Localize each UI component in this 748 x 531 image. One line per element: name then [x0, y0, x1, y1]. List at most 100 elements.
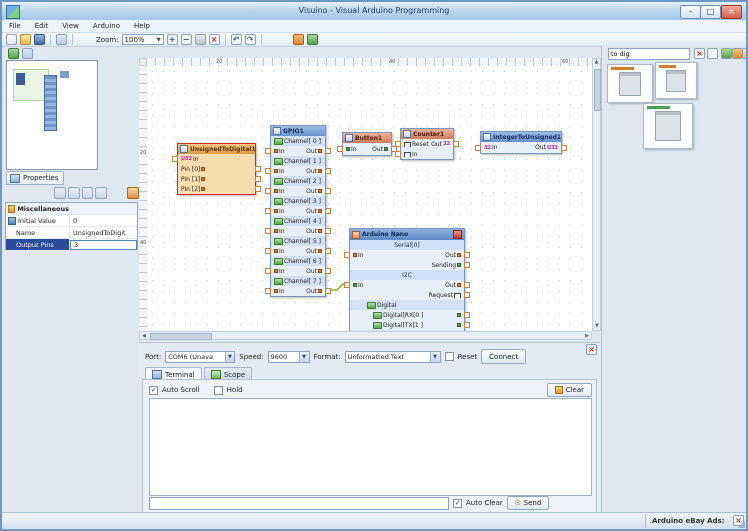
tools-icon[interactable] — [453, 230, 462, 239]
scroll-right-icon[interactable]: ▶ — [585, 333, 589, 339]
pin[interactable] — [464, 282, 470, 288]
undo-icon[interactable]: ↶ — [230, 34, 242, 45]
block-unsignedtodigital1[interactable]: UnsignedToDigital1 U32 In Pin [0] Pin [1]… — [172, 143, 261, 195]
property-value-editor[interactable]: 3 — [70, 239, 137, 250]
port-select[interactable]: COM6 (Unava ▼ — [165, 350, 236, 363]
palette-component[interactable] — [643, 103, 693, 149]
hold-checkbox[interactable] — [213, 385, 223, 395]
canvas-horizontal-scrollbar[interactable]: ◀ ▶ — [139, 331, 592, 340]
connect-button[interactable]: Connect — [481, 349, 527, 364]
pin[interactable] — [344, 282, 350, 288]
pin[interactable] — [265, 288, 271, 294]
pin[interactable] — [325, 208, 331, 214]
scroll-left-icon[interactable]: ◀ — [142, 333, 146, 339]
scroll-down-icon[interactable]: ▼ — [595, 323, 599, 329]
tab-properties[interactable]: Properties — [6, 171, 64, 185]
block-arduino-nano[interactable]: Arduino Nano Serial[0] In Out Sending I2… — [344, 228, 470, 331]
pin[interactable] — [265, 188, 271, 194]
pin[interactable] — [464, 292, 470, 298]
scrollbar-thumb[interactable] — [594, 69, 601, 111]
title-bar[interactable]: Visuino - Visual Arduino Programming – □… — [2, 2, 746, 21]
canvas-vertical-scrollbar[interactable]: ▲ ▼ — [592, 58, 601, 331]
pin[interactable] — [265, 268, 271, 274]
palette-component[interactable] — [607, 64, 653, 103]
pin[interactable] — [255, 176, 261, 182]
menu-arduino[interactable]: Arduino — [86, 20, 127, 32]
view-large-icons-icon[interactable] — [721, 48, 732, 59]
select-board-icon[interactable] — [8, 48, 19, 59]
delete-icon[interactable]: × — [208, 34, 220, 45]
resize-grip[interactable] — [737, 520, 745, 528]
scrollbar-thumb[interactable] — [150, 333, 212, 340]
block-button1[interactable]: Button1 In Out — [337, 132, 397, 156]
block-gpio1[interactable]: GPIO1 Channel[ 0 ] In Out Channel[ 1 ] In… — [265, 125, 331, 297]
palette-component[interactable] — [655, 62, 697, 99]
pin[interactable] — [464, 252, 470, 258]
minimap[interactable] — [6, 60, 98, 170]
maximize-button[interactable]: □ — [700, 5, 721, 19]
open-project-icon[interactable] — [20, 34, 31, 45]
pin[interactable] — [265, 168, 271, 174]
pin[interactable] — [325, 268, 331, 274]
minimize-button[interactable]: – — [680, 5, 701, 19]
close-button[interactable]: × — [721, 5, 742, 19]
save-project-icon[interactable] — [34, 34, 45, 45]
wrench-icon[interactable] — [127, 187, 139, 199]
pin[interactable] — [265, 248, 271, 254]
zoom-out-icon[interactable]: − — [180, 34, 192, 45]
filter-properties-icon[interactable] — [54, 187, 66, 199]
pin[interactable] — [265, 208, 271, 214]
block-counter1[interactable]: Counter1 Reset Out 32 In — [395, 128, 459, 160]
pin[interactable] — [464, 312, 470, 318]
pin[interactable] — [325, 228, 331, 234]
expand-all-icon[interactable] — [95, 187, 108, 199]
pin[interactable] — [325, 248, 331, 254]
property-category-row[interactable]: Miscellaneous — [6, 203, 137, 215]
menu-view[interactable]: View — [55, 20, 86, 32]
pin[interactable] — [172, 156, 178, 162]
clear-search-icon[interactable]: × — [694, 48, 705, 59]
pin[interactable] — [395, 141, 401, 147]
filter-icon[interactable] — [707, 48, 718, 59]
pin[interactable] — [265, 148, 271, 154]
pin[interactable] — [475, 144, 481, 151]
pin[interactable] — [337, 146, 343, 152]
menu-edit[interactable]: Edit — [28, 20, 56, 32]
zoom-in-icon[interactable]: + — [166, 34, 178, 45]
pin[interactable] — [395, 151, 401, 157]
pin[interactable] — [325, 188, 331, 194]
auto-scroll-checkbox[interactable]: ✓ — [149, 385, 158, 395]
pin[interactable] — [325, 148, 331, 154]
redo-icon[interactable]: ↷ — [244, 34, 256, 45]
zoom-select[interactable]: 100% ▼ — [121, 34, 164, 45]
property-value[interactable]: 0 — [70, 217, 137, 225]
component-search-input[interactable] — [608, 48, 690, 60]
format-select[interactable]: Unformatted Text ▼ — [344, 350, 441, 363]
upload-icon[interactable] — [292, 34, 304, 45]
property-row-selected[interactable]: Output Pins 3 — [6, 239, 137, 251]
pin[interactable] — [344, 252, 350, 258]
settings-icon[interactable] — [56, 34, 67, 45]
pin[interactable] — [561, 144, 567, 151]
pin[interactable] — [265, 228, 271, 234]
print-icon[interactable] — [194, 34, 206, 45]
pin[interactable] — [255, 186, 261, 192]
property-row[interactable]: Name UnsignedToDigit — [6, 227, 137, 239]
block-integertounsigned1[interactable]: IntegerToUnsigned1 32 In Out U32 — [475, 131, 567, 154]
property-row[interactable]: Initial Value 0 — [6, 215, 137, 227]
pin[interactable] — [325, 168, 331, 174]
reset-checkbox[interactable] — [444, 352, 454, 361]
design-canvas[interactable]: UnsignedToDigital1 U32 In Pin [0] Pin [1]… — [147, 66, 592, 331]
board-icon[interactable] — [306, 34, 318, 45]
menu-file[interactable]: File — [2, 20, 28, 32]
auto-clear-checkbox[interactable]: ✓ — [453, 498, 462, 508]
send-button[interactable]: ✉ Send — [506, 496, 550, 510]
pin[interactable] — [255, 166, 261, 172]
pin[interactable] — [325, 288, 331, 294]
new-project-icon[interactable] — [6, 34, 17, 45]
menu-help[interactable]: Help — [127, 20, 157, 32]
categorize-icon[interactable] — [81, 187, 94, 199]
clear-button[interactable]: Clear — [546, 383, 592, 397]
terminal-output[interactable] — [149, 398, 592, 496]
pin[interactable] — [464, 322, 470, 328]
